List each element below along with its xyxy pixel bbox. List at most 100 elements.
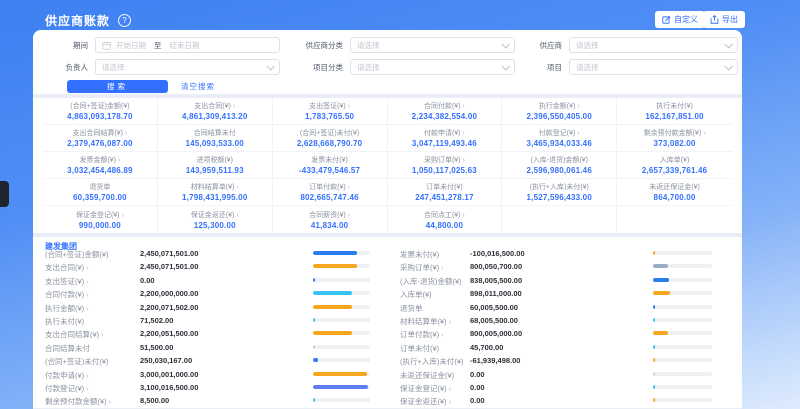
chevron-right-icon: › — [101, 332, 103, 339]
help-icon[interactable]: ? — [118, 14, 131, 27]
bar-fill — [653, 398, 655, 402]
group-row[interactable]: 合同薪资(¥)›41,834.00 — [400, 407, 715, 408]
bar-fill — [653, 305, 655, 309]
stat-card[interactable]: 支出合同(¥)›4,861,309,413.20 — [158, 98, 273, 125]
group-section: 建发集团 (合同+签证)金额(¥)2,450,071,501.00支出合同(¥)… — [33, 237, 742, 408]
group-row: 合同结算未付51,500.00 — [45, 340, 385, 353]
chevron-right-icon: › — [348, 184, 350, 191]
bar-fill — [313, 398, 315, 402]
stat-card[interactable]: 合同点工(¥)›44,800.00 — [388, 206, 503, 233]
stat-card[interactable]: 剩余预付款金额(¥)›373,082.00 — [617, 125, 732, 152]
chevron-right-icon: › — [463, 212, 465, 219]
group-row: 退货单60,005,500.00 — [400, 300, 715, 313]
select-placeholder: 请选择 — [102, 62, 125, 73]
group-row[interactable]: 支出合同结算(¥)›2,200,051,500.00 — [45, 326, 385, 339]
group-row: 订单未付(¥)45,700.00 — [400, 340, 715, 353]
page-title: 供应商账款 — [45, 12, 110, 29]
group-row[interactable]: 发票金额(¥)›2,050,055,570.00 — [45, 407, 385, 408]
project-select[interactable]: 请选择 — [569, 59, 738, 75]
stat-label: 发票未付(¥) — [311, 155, 348, 165]
supplier-select[interactable]: 请选择 — [569, 37, 738, 53]
project-label: 项目 — [526, 62, 562, 73]
stat-label: 付款申请(¥)› — [424, 128, 465, 138]
stat-card[interactable]: 支出合同结算(¥)›2,379,476,087.00 — [43, 125, 158, 152]
group-row[interactable]: 执行金额(¥)›2,200,071,502.00 — [45, 300, 385, 313]
bar-track — [653, 264, 712, 268]
group-column-left: (合同+签证)金额(¥)2,450,071,501.00支出合同(¥)›2,45… — [45, 246, 385, 408]
project-category-select[interactable]: 请选择 — [350, 59, 515, 75]
stat-value: 3,465,934,033.46 — [527, 139, 592, 148]
stat-value: 41,834.00 — [311, 221, 348, 230]
stat-card[interactable]: 订单付款(¥)›802,665,747.46 — [273, 179, 388, 206]
supplier-category-select[interactable]: 请选择 — [350, 37, 515, 53]
stat-card[interactable]: 付款申请(¥)›3,047,119,493.46 — [388, 125, 503, 152]
bar-track — [313, 358, 370, 362]
stat-label: (合同+签证)金额(¥) — [70, 101, 129, 111]
group-row-label: (合同+签证)未付(¥) — [45, 356, 109, 367]
stat-label: 材料结算单(¥)› — [191, 182, 239, 192]
group-row[interactable]: 材料结算单(¥)›68,005,500.00 — [400, 313, 715, 326]
group-row-label: 支出签证(¥)› — [45, 276, 89, 287]
group-row[interactable]: 支出合同(¥)›2,450,071,501.00 — [45, 259, 385, 272]
stat-value: 3,032,454,486.89 — [67, 166, 132, 175]
stat-card[interactable]: 付款登记(¥)›3,465,934,033.46 — [502, 125, 617, 152]
group-row[interactable]: 付款登记(¥)›3,100,016,500.00 — [45, 380, 385, 393]
stat-card[interactable]: 发票金额(¥)›3,032,454,486.89 — [43, 152, 158, 179]
stat-card[interactable]: 材料结算单(¥)›1,798,431,995.00 — [158, 179, 273, 206]
chevron-right-icon: › — [463, 130, 465, 137]
stat-label: (执行+入库)未付(¥) — [530, 182, 589, 192]
group-row[interactable]: 保证金登记(¥)› 0.00 — [400, 380, 715, 393]
clear-search-link[interactable]: 清空搜索 — [181, 81, 215, 92]
group-row[interactable]: 剩余预付款金额(¥)›8,500.00 — [45, 393, 385, 406]
stat-label: (合同+签证)未付(¥) — [300, 128, 359, 138]
group-row-value: 71,502.00 — [140, 316, 173, 325]
group-row[interactable]: 订单付款(¥)›800,005,000.00 — [400, 326, 715, 339]
chevron-right-icon: › — [449, 319, 451, 326]
bar-fill — [313, 305, 352, 309]
bar-track — [653, 305, 712, 309]
stat-value: 2,596,980,061.46 — [527, 166, 592, 175]
stat-card[interactable]: 合同薪资(¥)›41,834.00 — [273, 206, 388, 233]
group-row-value: 838,005,500.00 — [470, 276, 522, 285]
stat-label: 进项税额(¥) — [196, 155, 233, 165]
stat-value: 44,800.00 — [426, 221, 463, 230]
stat-value: 125,300.00 — [194, 221, 236, 230]
stat-label: 订单未付(¥) — [426, 182, 463, 192]
stat-card[interactable]: 合同付款(¥)›2,234,382,554.00 — [388, 98, 503, 125]
group-row-value: 0.00 — [470, 383, 485, 392]
date-range-input[interactable]: 开始日期 至 结束日期 — [95, 37, 280, 53]
bar-track — [653, 398, 712, 402]
group-row[interactable]: 合同付款(¥)›2,200,000,000.00 — [45, 286, 385, 299]
bar-fill — [653, 264, 668, 268]
stat-card[interactable]: 采购订单(¥)›1,050,117,025.63 — [388, 152, 503, 179]
stat-label: 未返还保证金(¥) — [649, 182, 700, 192]
group-row[interactable]: 采购订单(¥)›800,050,700.00 — [400, 259, 715, 272]
stat-label: 退货单 — [89, 182, 110, 192]
group-row-label: 付款申请(¥)› — [45, 370, 89, 381]
customize-button[interactable]: 自定义 — [655, 11, 705, 28]
stat-card[interactable]: 执行金额(¥)›2,396,550,405.00 — [502, 98, 617, 125]
bar-fill — [313, 372, 367, 376]
group-row-label: 执行未付(¥) — [45, 316, 84, 327]
chevron-right-icon: › — [109, 399, 111, 406]
bar-track — [313, 278, 370, 282]
group-row: 执行未付(¥) 71,502.00 — [45, 313, 385, 326]
stat-card[interactable]: 保证金返还(¥)›125,300.00 — [158, 206, 273, 233]
stat-card[interactable]: 支出签证(¥)›1,783,765.50 — [273, 98, 388, 125]
group-row[interactable]: 保证金返还(¥)›0.00 — [400, 393, 715, 406]
group-row[interactable]: 支出签证(¥)›0.00 — [45, 273, 385, 286]
owner-select[interactable]: 请选择 — [95, 59, 280, 75]
stat-label: 剩余预付款金额(¥)› — [644, 128, 706, 138]
stat-value: 864,700.00 — [654, 193, 696, 202]
search-button[interactable]: 搜索 — [67, 80, 168, 93]
stat-label: 合同付款(¥)› — [424, 101, 465, 111]
group-row-value: 800,005,000.00 — [470, 329, 522, 338]
group-row-label: 保证金登记(¥)› — [400, 383, 451, 394]
group-row-label: (执行+入库)未付(¥) — [400, 356, 464, 367]
export-button[interactable]: 导出 — [703, 11, 745, 28]
drawer-handle[interactable] — [0, 181, 9, 207]
group-row[interactable]: 付款申请(¥)›3,000,001,000.00 — [45, 367, 385, 380]
stat-card[interactable]: 保证金登记(¥)›990,000.00 — [43, 206, 158, 233]
chevron-right-icon: › — [86, 306, 88, 313]
chevron-down-icon — [266, 62, 274, 70]
